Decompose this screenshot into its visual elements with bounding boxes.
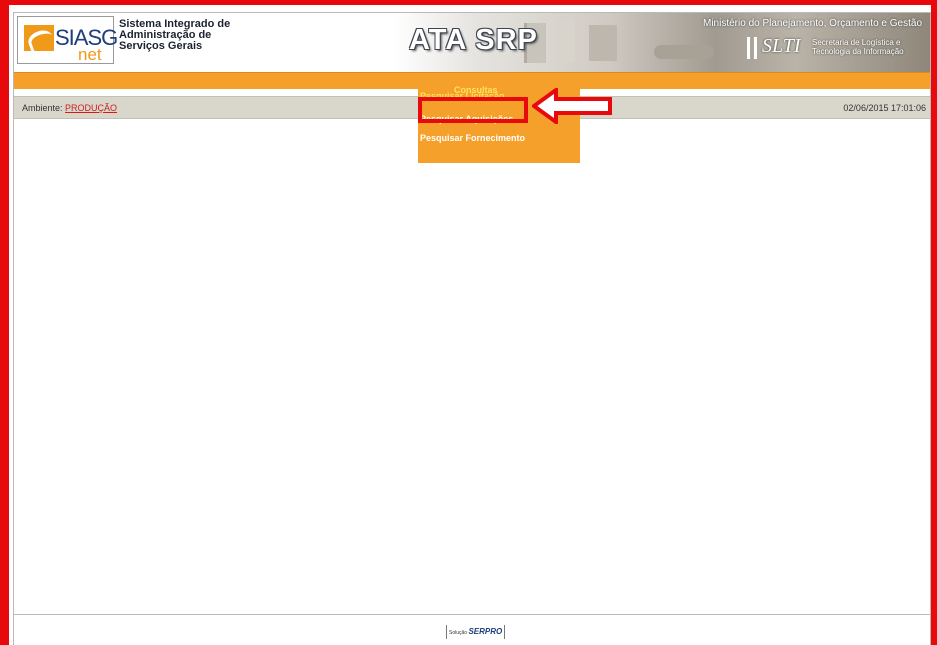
logo-sub-text: net: [78, 45, 102, 64]
building-graphic: [589, 25, 617, 61]
slti-name: Secretaria de Logística e Tecnologia da …: [812, 38, 904, 56]
ministry-name: Ministério do Planejamento, Orçamento e …: [703, 18, 922, 29]
system-name: Sistema Integrado de Administração de Se…: [119, 18, 231, 52]
app-window: SIASG net Sistema Integrado de Administr…: [13, 12, 931, 645]
app-title: ATA SRP: [409, 24, 538, 56]
slti-logo-text: SLTI: [762, 35, 801, 57]
left-arrow-icon: [532, 88, 612, 124]
environment-label-text: Ambiente:: [22, 103, 63, 113]
solution-label: Solução: [449, 630, 468, 636]
footer: Solução SERPRO: [14, 615, 930, 645]
environment-value-link[interactable]: PRODUÇÃO: [65, 103, 117, 113]
current-datetime: 02/06/2015 17:01:06: [843, 103, 926, 113]
car-graphic: [654, 45, 714, 59]
siasg-logo[interactable]: SIASG net: [17, 16, 118, 64]
slti-logo-icon: [747, 37, 757, 59]
siasg-logo-icon: [24, 25, 54, 51]
main-content: [14, 120, 930, 615]
screenshot: SIASG net Sistema Integrado de Administr…: [0, 0, 937, 645]
serpro-logo[interactable]: Solução SERPRO: [446, 625, 506, 639]
annotation-frame-left: [0, 0, 9, 645]
building-graphic: [559, 19, 575, 63]
site-header: SIASG net Sistema Integrado de Administr…: [14, 13, 930, 72]
annotation-highlight-box: [418, 97, 528, 123]
environment-label: Ambiente: PRODUÇÃO: [22, 103, 117, 113]
menu-item-pesquisar-fornecimento[interactable]: Pesquisar Fornecimento: [420, 133, 525, 143]
serpro-brand: SERPRO: [468, 627, 503, 636]
